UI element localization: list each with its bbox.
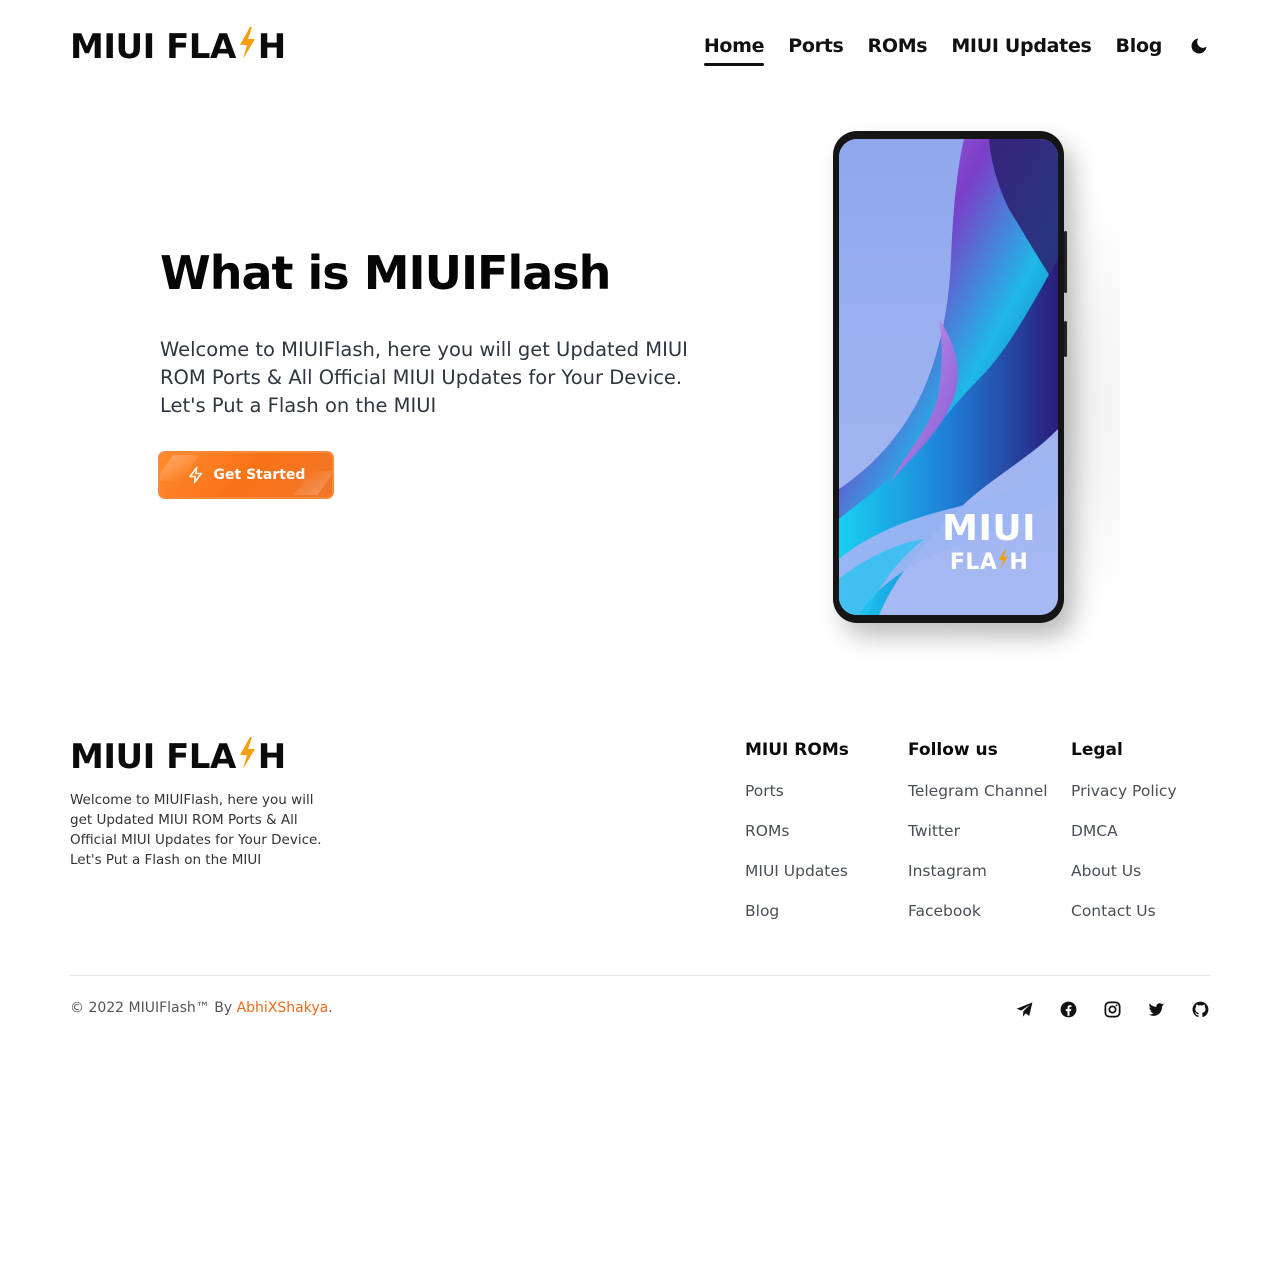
footer-column-follow-us: Follow us Telegram Channel Twitter Insta… — [908, 740, 1048, 941]
get-started-label: Get Started — [213, 467, 306, 483]
footer-link-telegram-channel[interactable]: Telegram Channel — [908, 781, 1048, 821]
logo-text-left: MIUI FLA — [70, 27, 236, 67]
nav-item-roms[interactable]: ROMs — [868, 35, 928, 57]
phone-screen-logo-line2-right: H — [1009, 549, 1029, 575]
facebook-icon[interactable] — [1058, 999, 1078, 1019]
logo-text-left: MIUI FLA — [70, 737, 236, 777]
hero-description: Welcome to MIUIFlash, here you will get … — [160, 338, 688, 417]
footer-link-privacy-policy[interactable]: Privacy Policy — [1071, 781, 1177, 821]
footer-link-dmca[interactable]: DMCA — [1071, 821, 1177, 861]
phone-mockup: MIUI FLA H — [833, 131, 1067, 623]
nav-item-miui-updates[interactable]: MIUI Updates — [951, 35, 1092, 57]
footer-column-miui-roms: MIUI ROMs Ports ROMs MIUI Updates Blog — [745, 740, 849, 941]
social-icons — [990, 999, 1210, 1019]
phone-screen-logo-line2-left: FLA — [949, 549, 998, 575]
twitter-icon[interactable] — [1146, 999, 1166, 1019]
phone-screen-logo: MIUI FLA H — [942, 510, 1036, 577]
footer-link-contact-us[interactable]: Contact Us — [1071, 901, 1177, 941]
hero-title: What is MIUIFlash — [160, 246, 611, 300]
logo-text-right: H — [257, 737, 286, 777]
footer-link-ports[interactable]: Ports — [745, 781, 849, 821]
nav-item-blog[interactable]: Blog — [1116, 35, 1163, 57]
instagram-icon[interactable] — [1102, 999, 1122, 1019]
footer-link-twitter[interactable]: Twitter — [908, 821, 1048, 861]
bolt-icon — [187, 466, 205, 484]
footer-link-blog[interactable]: Blog — [745, 901, 849, 941]
footer-column-title: Legal — [1071, 740, 1123, 760]
phone-screen-logo-line1: MIUI — [942, 508, 1036, 549]
footer-divider — [70, 975, 1210, 976]
footer-link-instagram[interactable]: Instagram — [908, 861, 1048, 901]
copyright-prefix: © 2022 MIUIFlash™ By — [70, 1000, 237, 1016]
footer-link-facebook[interactable]: Facebook — [908, 901, 1048, 941]
phone-volume-button — [1064, 231, 1067, 293]
copyright-suffix: . — [328, 1000, 333, 1016]
main-nav: Home Ports ROMs MIUI Updates Blog — [680, 32, 1210, 66]
lightning-bolt-icon — [237, 736, 257, 779]
lightning-bolt-icon — [997, 548, 1009, 577]
footer-column-legal: Legal Privacy Policy DMCA About Us Conta… — [1071, 740, 1177, 941]
footer-logo[interactable]: MIUI FLA H — [70, 736, 286, 779]
phone-screen: MIUI FLA H — [839, 139, 1058, 615]
author-link[interactable]: AbhiXShakya — [237, 1000, 329, 1016]
lightning-bolt-icon — [237, 26, 257, 69]
copyright-text: © 2022 MIUIFlash™ By AbhiXShakya. — [70, 1000, 333, 1016]
footer-link-roms[interactable]: ROMs — [745, 821, 849, 861]
footer-column-title: Follow us — [908, 740, 998, 760]
footer-link-miui-updates[interactable]: MIUI Updates — [745, 861, 849, 901]
telegram-icon[interactable] — [1014, 999, 1034, 1019]
nav-item-ports[interactable]: Ports — [788, 35, 844, 57]
site-logo[interactable]: MIUI FLA H — [70, 26, 286, 69]
moon-icon[interactable] — [1188, 35, 1210, 57]
logo-text-right: H — [257, 27, 286, 67]
phone-power-button — [1064, 321, 1067, 357]
get-started-button[interactable]: Get Started — [158, 451, 334, 499]
footer-description: Welcome to MIUIFlash, here you will get … — [70, 792, 322, 868]
nav-item-home[interactable]: Home — [703, 35, 765, 66]
footer-column-title: MIUI ROMs — [745, 740, 849, 760]
footer-link-about-us[interactable]: About Us — [1071, 861, 1177, 901]
github-icon[interactable] — [1190, 999, 1210, 1019]
